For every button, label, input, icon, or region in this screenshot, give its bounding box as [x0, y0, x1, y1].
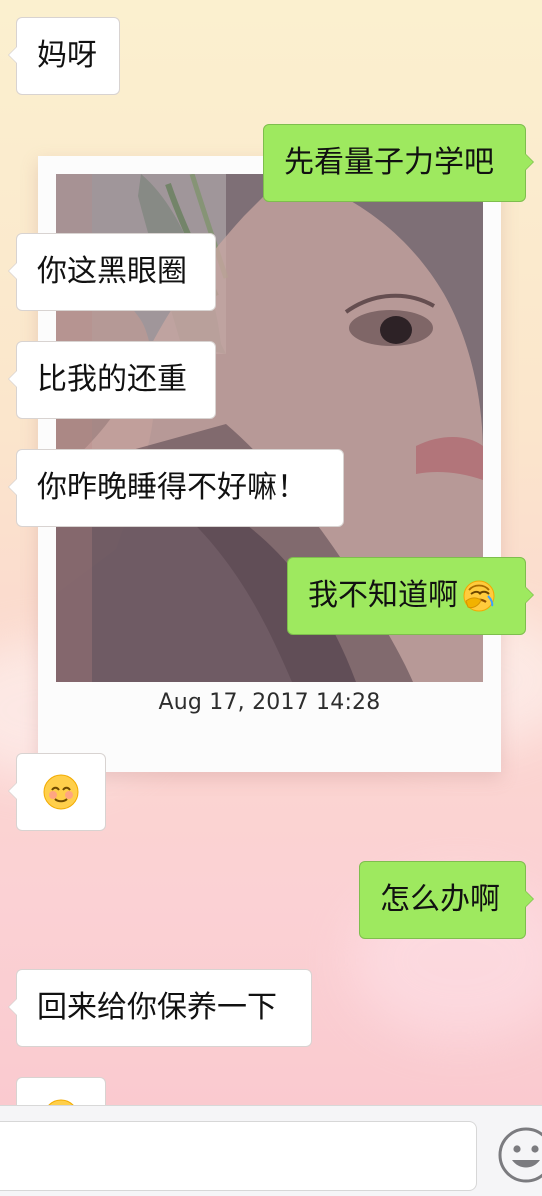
message-text: 你昨晚睡得不好嘛！ — [37, 470, 307, 505]
message-incoming-6[interactable]: 回来给你保养一下 — [8, 969, 312, 1047]
message-outgoing-1[interactable]: 先看量子力学吧 — [263, 124, 534, 202]
message-incoming-1[interactable]: 妈呀 — [8, 17, 120, 95]
message-outgoing-2[interactable]: 我不知道啊 — [287, 557, 534, 635]
message-input[interactable] — [0, 1121, 477, 1191]
message-incoming-2[interactable]: 你这黑眼圈 — [8, 233, 216, 311]
message-incoming-5[interactable] — [8, 753, 106, 831]
message-text: 我不知道啊 — [308, 578, 458, 613]
blushing-smiling-face-icon — [43, 774, 79, 810]
message-text: 先看量子力学吧 — [284, 145, 494, 180]
message-text: 怎么办啊 — [380, 882, 500, 917]
face-with-hand-over-eyes-crying-icon — [463, 580, 495, 612]
message-incoming-3[interactable]: 比我的还重 — [8, 341, 216, 419]
message-text: 回来给你保养一下 — [37, 990, 277, 1025]
message-text: 比我的还重 — [37, 362, 187, 397]
chat-input-bar — [0, 1105, 542, 1196]
message-outgoing-3[interactable]: 怎么办啊 — [359, 861, 534, 939]
message-incoming-4[interactable]: 你昨晚睡得不好嘛！ — [8, 449, 344, 527]
smiley-face-icon[interactable] — [497, 1126, 542, 1184]
message-text: 你这黑眼圈 — [37, 254, 187, 289]
photo-date-label: Aug 17, 2017 14:28 — [158, 690, 381, 715]
message-text: 妈呀 — [37, 38, 97, 73]
